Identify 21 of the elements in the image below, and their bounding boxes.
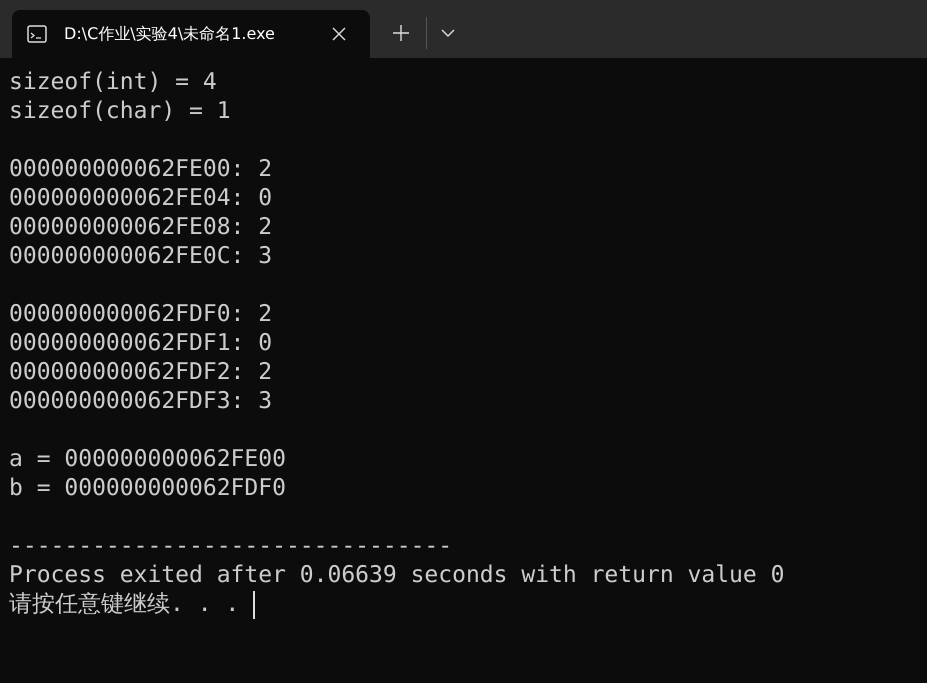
tab-title: D:\C作业\实验4\未命名1.exe	[64, 24, 276, 44]
terminal-tab[interactable]: D:\C作业\实验4\未命名1.exe	[12, 10, 370, 58]
console-line: 请按任意键继续. . .	[9, 590, 240, 619]
console-line: sizeof(char) = 1	[9, 97, 231, 126]
console-line: 000000000062FE08: 2	[9, 213, 272, 242]
close-icon[interactable]	[332, 27, 346, 41]
console-line: --------------------------------	[9, 532, 452, 561]
console-line: Process exited after 0.06639 seconds with return value 0	[9, 561, 784, 590]
dropdown-icon[interactable]	[441, 29, 455, 37]
console-line: b = 000000000062FDF0	[9, 474, 286, 503]
console-line: 000000000062FDF1: 0	[9, 329, 272, 358]
new-tab-icon[interactable]	[393, 25, 409, 41]
console-line: 000000000062FE04: 0	[9, 184, 272, 213]
console-line: a = 000000000062FE00	[9, 445, 286, 474]
console-icon	[27, 25, 47, 43]
console-line: 000000000062FDF3: 3	[9, 387, 272, 416]
console-line: 000000000062FE00: 2	[9, 155, 272, 184]
console-line: sizeof(int) = 4	[9, 68, 217, 97]
console-line: 000000000062FDF2: 2	[9, 358, 272, 387]
console-line: 000000000062FE0C: 3	[9, 242, 272, 271]
console-line: 000000000062FDF0: 2	[9, 300, 272, 329]
